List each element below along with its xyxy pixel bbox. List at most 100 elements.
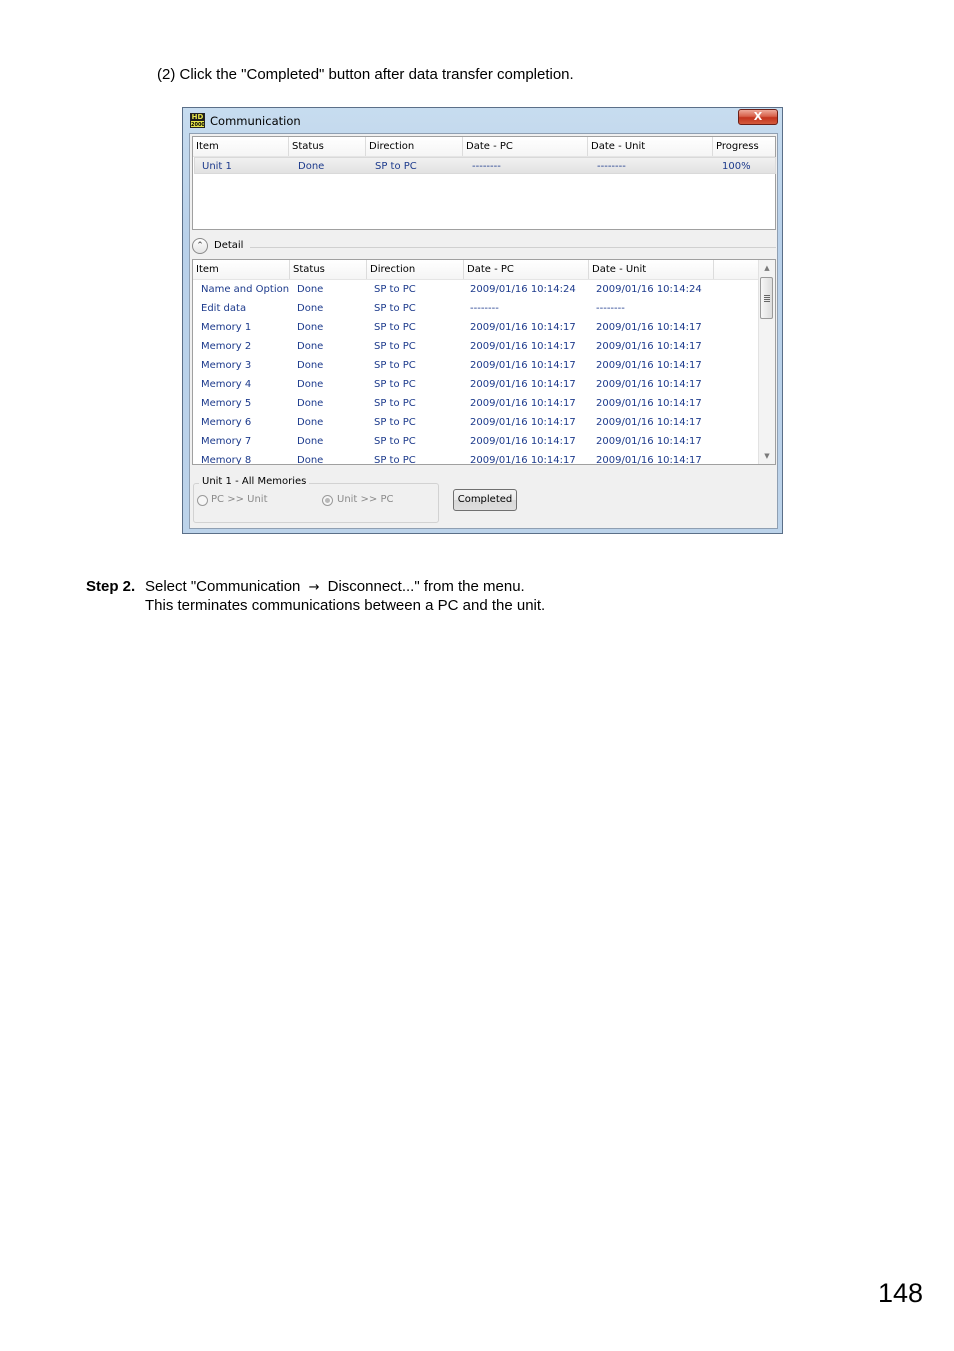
table-row[interactable]: Memory 5 Done SP to PC 2009/01/16 10:14:… xyxy=(193,394,759,413)
cell-direction: SP to PC xyxy=(375,161,417,172)
cell-status: Done xyxy=(297,398,324,409)
cell-date-pc: 2009/01/16 10:14:17 xyxy=(470,398,576,409)
cell-status: Done xyxy=(297,303,324,314)
column-header-item[interactable]: Item xyxy=(193,137,289,156)
column-header-item[interactable]: Item xyxy=(193,260,290,279)
title-bar[interactable]: HD 2000 Communication X xyxy=(183,108,782,132)
unit-list: Item Status Direction Date - PC Date - U… xyxy=(192,136,776,230)
step-line-1: Select "Communication → Disconnect..." f… xyxy=(145,577,525,597)
cell-date-unit: 2009/01/16 10:14:17 xyxy=(596,398,702,409)
step-line-1-end: Disconnect..." from the menu. xyxy=(327,578,525,595)
cell-item: Edit data xyxy=(201,303,247,314)
cell-status: Done xyxy=(297,284,324,295)
table-row[interactable]: Memory 7 Done SP to PC 2009/01/16 10:14:… xyxy=(193,432,759,451)
detail-collapse-icon[interactable]: ⌃ xyxy=(192,238,208,254)
radio-pc-to-unit[interactable] xyxy=(197,495,208,506)
cell-date-unit: -------- xyxy=(596,303,625,314)
cell-date-unit: -------- xyxy=(597,161,626,172)
radio-unit-to-pc-label[interactable]: Unit >> PC xyxy=(337,494,393,505)
arrow-right-icon: → xyxy=(308,580,320,595)
column-header-status[interactable]: Status xyxy=(289,137,366,156)
column-header-date-unit[interactable]: Date - Unit xyxy=(588,137,713,156)
cell-direction: SP to PC xyxy=(374,436,416,447)
cell-date-unit: 2009/01/16 10:14:17 xyxy=(596,322,702,333)
column-header-date-pc[interactable]: Date - PC xyxy=(463,137,588,156)
cell-date-pc: 2009/01/16 10:14:17 xyxy=(470,436,576,447)
unit-list-header: Item Status Direction Date - PC Date - U… xyxy=(193,137,775,157)
cell-date-pc: -------- xyxy=(472,161,501,172)
completed-button[interactable]: Completed xyxy=(453,489,517,511)
column-header-date-unit[interactable]: Date - Unit xyxy=(589,260,714,279)
cell-date-pc: 2009/01/16 10:14:17 xyxy=(470,455,576,465)
cell-date-unit: 2009/01/16 10:14:17 xyxy=(596,436,702,447)
page-number: 148 xyxy=(878,1278,924,1308)
column-header-progress[interactable]: Progress xyxy=(713,137,775,156)
cell-item: Memory 5 xyxy=(201,398,252,409)
cell-direction: SP to PC xyxy=(374,284,416,295)
cell-direction: SP to PC xyxy=(374,379,416,390)
column-header-status[interactable]: Status xyxy=(290,260,367,279)
scroll-thumb[interactable] xyxy=(760,277,773,319)
table-row[interactable]: Memory 6 Done SP to PC 2009/01/16 10:14:… xyxy=(193,413,759,432)
close-button[interactable]: X xyxy=(738,109,778,125)
table-row[interactable]: Unit 1 Done SP to PC -------- -------- 1… xyxy=(194,157,776,174)
cell-direction: SP to PC xyxy=(374,360,416,371)
table-row[interactable]: Memory 2 Done SP to PC 2009/01/16 10:14:… xyxy=(193,337,759,356)
step-line-1-start: Select "Communication xyxy=(145,578,301,595)
instruction-text: (2) Click the "Completed" button after d… xyxy=(157,66,574,83)
cell-date-pc: 2009/01/16 10:14:17 xyxy=(470,417,576,428)
cell-status: Done xyxy=(297,360,324,371)
step-line-2: This terminates communications between a… xyxy=(145,597,546,614)
cell-item: Unit 1 xyxy=(202,161,232,172)
cell-direction: SP to PC xyxy=(374,341,416,352)
cell-direction: SP to PC xyxy=(374,322,416,333)
cell-date-pc: -------- xyxy=(470,303,499,314)
cell-direction: SP to PC xyxy=(374,417,416,428)
column-header-direction[interactable]: Direction xyxy=(367,260,464,279)
cell-item: Memory 3 xyxy=(201,360,252,371)
cell-direction: SP to PC xyxy=(374,303,416,314)
window-title: Communication xyxy=(210,114,301,128)
cell-date-unit: 2009/01/16 10:14:17 xyxy=(596,379,702,390)
column-header-direction[interactable]: Direction xyxy=(366,137,463,156)
group-title: Unit 1 - All Memories xyxy=(199,476,310,487)
cell-status: Done xyxy=(297,341,324,352)
cell-date-pc: 2009/01/16 10:14:17 xyxy=(470,360,576,371)
table-row[interactable]: Memory 8 Done SP to PC 2009/01/16 10:14:… xyxy=(193,451,759,465)
table-row[interactable]: Name and Option Done SP to PC 2009/01/16… xyxy=(193,280,759,299)
cell-item: Memory 4 xyxy=(201,379,252,390)
cell-status: Done xyxy=(297,455,324,465)
cell-direction: SP to PC xyxy=(374,455,416,465)
cell-date-pc: 2009/01/16 10:14:17 xyxy=(470,322,576,333)
cell-date-unit: 2009/01/16 10:14:17 xyxy=(596,360,702,371)
table-row[interactable]: Memory 4 Done SP to PC 2009/01/16 10:14:… xyxy=(193,375,759,394)
cell-date-pc: 2009/01/16 10:14:17 xyxy=(470,379,576,390)
cell-progress: 100% xyxy=(722,161,751,172)
cell-status: Done xyxy=(297,379,324,390)
cell-date-unit: 2009/01/16 10:14:17 xyxy=(596,341,702,352)
detail-list-header: Item Status Direction Date - PC Date - U… xyxy=(193,260,759,280)
cell-item: Memory 2 xyxy=(201,341,252,352)
cell-status: Done xyxy=(298,161,325,172)
table-row[interactable]: Memory 1 Done SP to PC 2009/01/16 10:14:… xyxy=(193,318,759,337)
app-icon: HD 2000 xyxy=(190,113,205,128)
scroll-up-icon[interactable]: ▲ xyxy=(759,260,775,276)
radio-pc-to-unit-label[interactable]: PC >> Unit xyxy=(211,494,267,505)
cell-date-pc: 2009/01/16 10:14:24 xyxy=(470,284,576,295)
cell-date-pc: 2009/01/16 10:14:17 xyxy=(470,341,576,352)
scroll-down-icon[interactable]: ▼ xyxy=(759,448,775,464)
window-client-area: Item Status Direction Date - PC Date - U… xyxy=(189,133,778,529)
cell-item: Name and Option xyxy=(201,284,290,295)
vertical-scrollbar[interactable]: ▲ ▼ xyxy=(758,260,775,464)
detail-list: Item Status Direction Date - PC Date - U… xyxy=(192,259,776,465)
radio-unit-to-pc[interactable] xyxy=(322,495,333,506)
cell-date-unit: 2009/01/16 10:14:17 xyxy=(596,417,702,428)
divider xyxy=(250,247,776,248)
detail-label: Detail xyxy=(214,240,244,251)
cell-date-unit: 2009/01/16 10:14:17 xyxy=(596,455,702,465)
table-row[interactable]: Memory 3 Done SP to PC 2009/01/16 10:14:… xyxy=(193,356,759,375)
cell-item: Memory 7 xyxy=(201,436,252,447)
cell-item: Memory 8 xyxy=(201,455,252,465)
table-row[interactable]: Edit data Done SP to PC -------- -------… xyxy=(193,299,759,318)
column-header-date-pc[interactable]: Date - PC xyxy=(464,260,589,279)
